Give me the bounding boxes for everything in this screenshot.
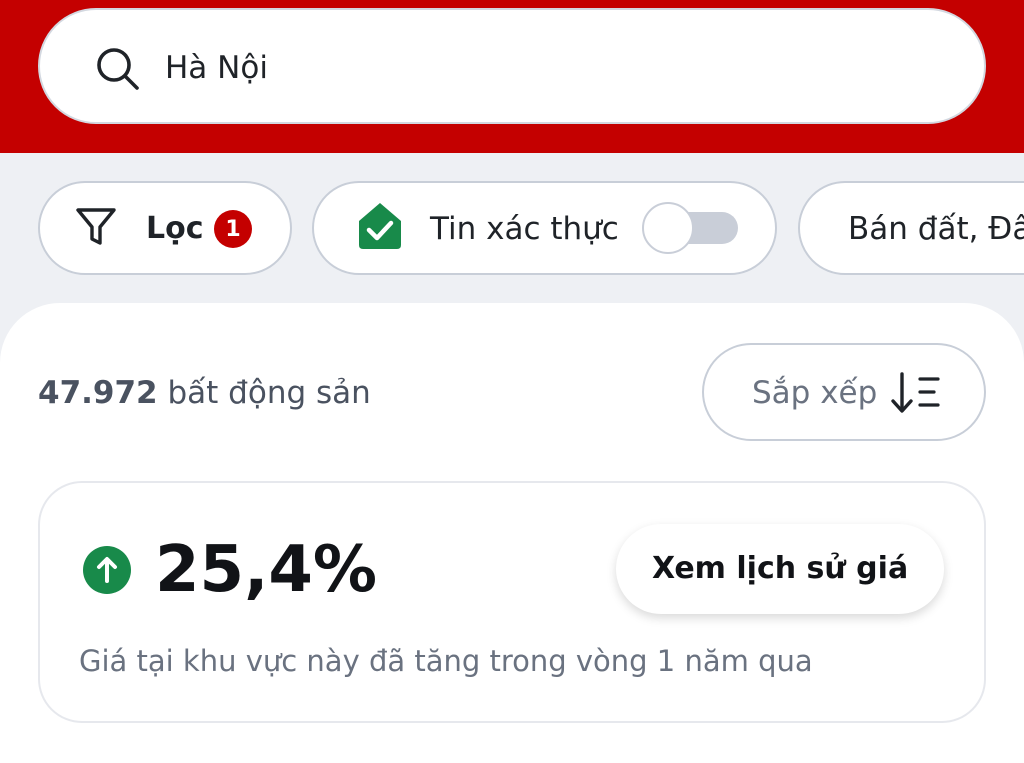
toggle-knob xyxy=(642,202,694,254)
price-trend-description: Giá tại khu vực này đã tăng trong vòng 1… xyxy=(79,644,813,678)
result-count: 47.972 bất động sản xyxy=(38,374,371,412)
funnel-icon xyxy=(76,208,116,245)
verified-house-check-icon xyxy=(359,203,401,249)
search-icon xyxy=(97,48,139,90)
arrow-up-circle-icon xyxy=(83,546,131,594)
filter-label: Lọc xyxy=(146,211,204,246)
verified-listings-label: Tin xác thực xyxy=(430,211,619,247)
search-input[interactable]: Hà Nội xyxy=(165,48,268,88)
filter-count-badge: 1 xyxy=(214,210,252,248)
result-count-number: 47.972 xyxy=(38,375,158,411)
sort-label: Sắp xếp xyxy=(752,375,878,411)
price-history-label: Xem lịch sử giá xyxy=(652,551,909,586)
sort-descending-icon xyxy=(891,372,940,413)
verified-toggle[interactable] xyxy=(642,202,738,254)
result-count-suffix: bất động sản xyxy=(167,375,371,411)
price-change-value: 25,4% xyxy=(155,533,378,607)
property-type-label: Bán đất, Đâ xyxy=(848,211,1024,247)
search-bar[interactable]: Hà Nội xyxy=(38,8,986,124)
